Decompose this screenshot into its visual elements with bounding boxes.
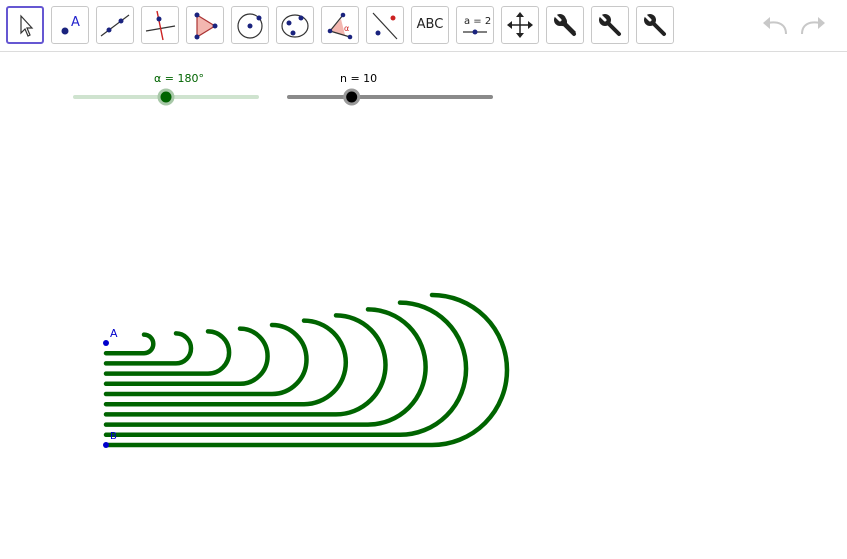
n-slider-handle[interactable] — [343, 88, 361, 106]
alpha-slider-handle[interactable] — [157, 88, 175, 106]
construction-curves — [103, 292, 510, 448]
point-b-label: B — [110, 431, 117, 442]
point-a[interactable] — [103, 340, 109, 346]
point-b[interactable] — [103, 442, 109, 448]
point-a-label: A — [110, 327, 118, 340]
graphics-view[interactable]: A B — [0, 0, 847, 559]
